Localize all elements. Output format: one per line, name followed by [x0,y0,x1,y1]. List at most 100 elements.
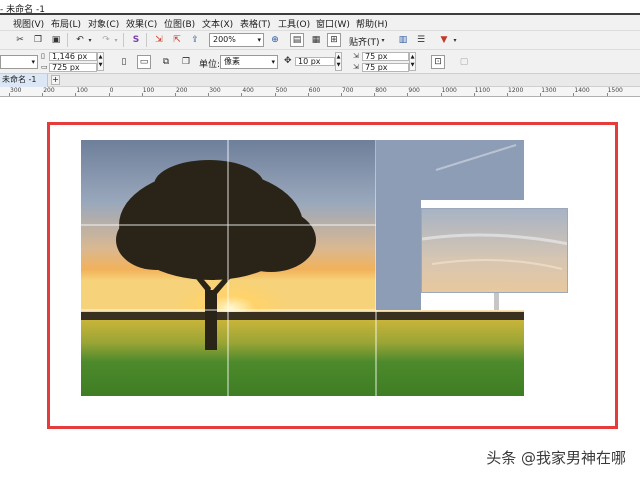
menu-bitmap[interactable]: 位图(B) [164,17,195,30]
menu-layout[interactable]: 布局(L) [51,17,81,30]
nudge-stepper[interactable]: ▲ ▼ [335,52,342,71]
options-icon[interactable]: ▥ [396,33,410,47]
full-screen-preview-icon[interactable]: ▤ [290,33,304,47]
show-grid-icon[interactable]: ⊞ [327,33,341,47]
segment-connector [494,293,499,310]
ruler-tick-label: 1300 [541,87,557,94]
ruler-tick [141,93,143,96]
page-size-select[interactable]: ▾ [0,55,38,69]
unit-label: 单位: [199,60,221,70]
ruler-tick-label: 300 [209,87,221,94]
toolbar-separator [123,33,124,47]
nudge-icon: ✥ [284,56,292,66]
menu-bar: 视图(V) 布局(L) 对象(C) 效果(C) 位图(B) 文本(X) 表格(T… [0,15,640,31]
ruler-tick [407,93,409,96]
ruler-tick-label: 1100 [474,87,491,94]
ruler-tick-label: 500 [275,87,288,94]
menu-help[interactable]: 帮助(H) [356,17,388,30]
property-bar: ▾ ▯ 1,146 px ▭ 725 px ▲ ▼ ▯ ▭ ⧉ ❐ 单位: 像素 … [0,50,640,74]
cut-icon[interactable]: ✂ [13,33,27,47]
height-icon: ▭ [41,63,48,71]
ruler-tick [42,93,44,96]
toolbar-separator [67,33,68,47]
chevron-down-icon[interactable]: ▾ [451,33,459,47]
duplicate-distance-icon: ⇲ [353,63,359,71]
duplicate-stepper[interactable]: ▲ ▼ [409,52,416,71]
zoom-level-select[interactable]: 200% ▾ [209,33,264,47]
nudge-distance-field[interactable]: 10 px [295,57,335,66]
ruler-tick-label: 100 [142,87,155,94]
export-icon[interactable]: ⇪ [188,33,202,47]
show-rulers-icon[interactable]: ▦ [309,33,323,47]
undo-icon[interactable]: ↶ [73,33,87,47]
landscape-icon[interactable]: ▭ [137,55,151,69]
ruler-tick [75,93,77,96]
duplicate-y-field[interactable]: 75 px [362,63,409,72]
chevron-down-icon: ▾ [31,58,35,66]
ruler-tick-label: 1200 [508,87,524,94]
ruler-tick [573,93,575,96]
menu-effects[interactable]: 效果(C) [126,17,157,30]
duplicate-x-field[interactable]: 75 px [362,52,409,61]
size-stepper[interactable]: ▲ ▼ [97,52,104,71]
search-content-icon[interactable]: ⇲ [152,33,166,47]
drawing-canvas[interactable]: 头条 @我家男神在哪 [0,98,640,480]
current-page-icon[interactable]: ❐ [179,55,193,69]
zoom-fit-icon[interactable]: ⊕ [268,33,282,47]
title-bar: - 未命名 -1 [0,0,640,15]
add-document-icon[interactable]: + [51,75,60,85]
menu-tools[interactable]: 工具(O) [278,17,310,30]
corel-connect-icon[interactable]: S [129,33,143,47]
ruler-tick-label: 0 [109,87,114,94]
ruler-tick [440,93,442,96]
menu-object[interactable]: 对象(C) [88,17,119,30]
redo-icon[interactable]: ↷ [99,33,113,47]
standard-toolbar: ✂ ❐ ▣ ↶ ▾ ↷ ▾ S ⇲ ⇱ ⇪ 200% ▾ ⊕ ▤ ▦ ⊞ 贴齐(… [0,31,640,50]
ruler-tick [175,93,176,96]
duplicate-distance-icon: ⇲ [353,52,359,60]
import-icon[interactable]: ⇱ [170,33,184,47]
horizontal-ruler[interactable]: 300 200 100 0 100 200 300 400 500 600 700 800 900 100… [0,87,640,97]
copy-icon[interactable]: ❐ [31,33,45,47]
chevron-down-icon: ▾ [271,58,275,66]
menu-text[interactable]: 文本(X) [202,17,233,30]
unit-select[interactable]: 像素 ▾ [220,55,278,69]
ruler-tick-label: 600 [308,87,321,94]
ruler-tick [473,93,475,96]
redo-dropdown-icon[interactable]: ▾ [112,33,120,47]
ruler-tick-label: 800 [375,87,387,94]
ruler-tick-label: 400 [242,87,254,94]
menu-window[interactable]: 窗口(W) [316,17,350,30]
height-field[interactable]: 725 px [49,63,97,72]
launcher-icon[interactable]: ▼ [437,33,451,47]
treat-as-filled-icon[interactable]: ⊡ [431,55,445,69]
unit-value: 像素 [224,57,240,66]
zoom-level-value: 200% [213,35,236,44]
options-page-icon[interactable]: ▢ [457,55,471,69]
chevron-down-icon: ▾ [257,36,261,44]
portrait-icon[interactable]: ▯ [117,55,131,69]
ruler-tick-label: 300 [10,87,22,94]
document-tab[interactable]: 未命名 -1 [0,74,48,87]
menu-view[interactable]: 视图(V) [13,17,44,30]
ruler-tick-label: 1500 [607,87,623,94]
chevron-down-icon[interactable]: ▾ [379,33,387,47]
document-tab-bar: 未命名 -1 + [0,74,640,87]
ruler-tick-label: 1000 [441,87,457,94]
ruler-tick-label: 700 [342,87,354,94]
ruler-tick-label: 200 [176,87,188,94]
snap-to-dropdown[interactable]: 贴齐(T) [349,35,380,48]
ruler-tick [540,93,542,96]
ruler-tick-label: 200 [43,87,55,94]
align-icon[interactable]: ☰ [414,33,428,47]
width-field[interactable]: 1,146 px [49,52,97,61]
ruler-tick [507,93,508,96]
menu-table[interactable]: 表格(T) [240,17,271,30]
paste-icon[interactable]: ▣ [49,33,63,47]
undo-dropdown-icon[interactable]: ▾ [86,33,94,47]
watermark-text: 头条 @我家男神在哪 [486,449,626,467]
moved-image-segment[interactable] [421,208,568,293]
all-pages-icon[interactable]: ⧉ [159,55,173,69]
ruler-tick [108,93,110,96]
ruler-tick-label: 1400 [574,87,590,94]
